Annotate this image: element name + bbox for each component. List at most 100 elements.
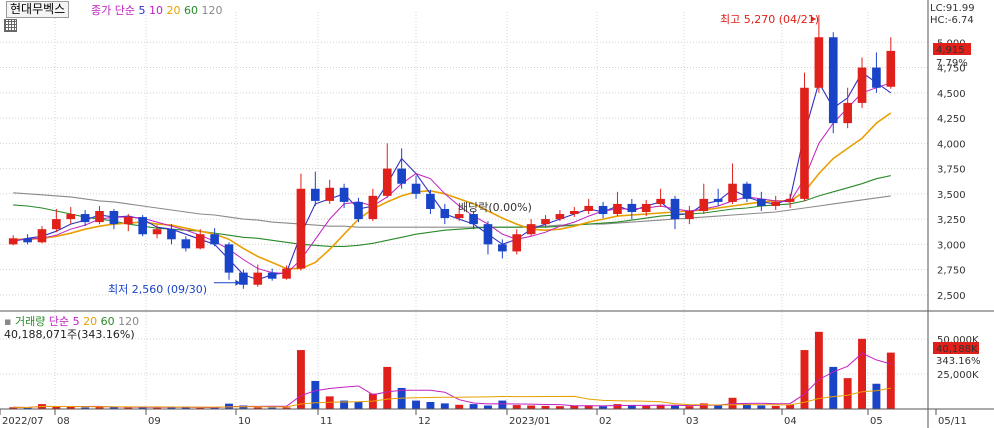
candle-body[interactable] — [785, 198, 795, 202]
candle-body[interactable] — [641, 203, 651, 213]
candle-body[interactable] — [713, 198, 723, 202]
volume-bar[interactable] — [484, 405, 492, 409]
grid-toggle-icon[interactable] — [4, 19, 17, 32]
volume-bar[interactable] — [383, 366, 392, 409]
candlestick-series[interactable] — [8, 15, 896, 289]
candle-body[interactable] — [181, 239, 191, 249]
volume-bar[interactable] — [412, 400, 420, 409]
volume-bar[interactable] — [311, 380, 320, 409]
candle-body[interactable] — [325, 187, 335, 201]
candle-body[interactable] — [95, 211, 104, 223]
legend-ma5[interactable]: 5 — [138, 4, 145, 17]
candle-body[interactable] — [757, 198, 766, 206]
candle-body[interactable] — [886, 50, 896, 87]
candle-body[interactable] — [800, 87, 809, 199]
candle-body[interactable] — [66, 214, 76, 220]
candle-body[interactable] — [440, 208, 450, 219]
candle-body[interactable] — [282, 268, 291, 279]
volume-bar[interactable] — [455, 404, 464, 409]
legend-ma120[interactable]: 120 — [201, 4, 222, 17]
volume-bar[interactable] — [858, 338, 866, 409]
volume-bar[interactable] — [296, 350, 305, 409]
volume-bar[interactable] — [671, 405, 679, 409]
candle-body[interactable] — [253, 272, 263, 285]
candle-body[interactable] — [339, 187, 349, 202]
candle-body[interactable] — [296, 188, 306, 269]
volume-bar[interactable] — [872, 383, 881, 409]
volume-bar[interactable] — [843, 378, 852, 409]
volume-bar[interactable] — [354, 401, 363, 409]
candle-body[interactable] — [267, 272, 277, 279]
candle-body[interactable] — [23, 238, 32, 243]
candle-body[interactable] — [843, 102, 852, 124]
candle-body[interactable] — [828, 37, 838, 124]
candle-body[interactable] — [598, 205, 608, 215]
candle-body[interactable] — [555, 214, 565, 220]
volume-bar[interactable] — [714, 405, 723, 409]
candle-body[interactable] — [670, 198, 680, 220]
candle-body[interactable] — [872, 67, 881, 88]
legend-ma10[interactable]: 10 — [149, 4, 163, 17]
volume-bar[interactable] — [469, 404, 478, 409]
volume-bar[interactable] — [800, 350, 809, 409]
candle-body[interactable] — [426, 193, 435, 209]
legend-ma20[interactable]: 20 — [166, 4, 180, 17]
candle-body[interactable] — [37, 229, 47, 243]
candle-body[interactable] — [80, 214, 90, 223]
candle-body[interactable] — [138, 217, 147, 235]
candle-body[interactable] — [167, 229, 176, 240]
candle-body[interactable] — [109, 211, 119, 225]
candle-body[interactable] — [8, 238, 18, 245]
candle-body[interactable] — [526, 224, 536, 235]
volume-bar[interactable] — [786, 404, 795, 409]
line-ma60 — [13, 175, 891, 247]
legend-ma60[interactable]: 60 — [184, 4, 198, 17]
candle-body[interactable] — [512, 234, 522, 252]
volume-bar[interactable] — [627, 405, 636, 409]
volume-bar[interactable] — [498, 400, 507, 409]
candle-body[interactable] — [123, 217, 133, 225]
candle-body[interactable] — [627, 203, 637, 213]
candle-body[interactable] — [685, 211, 694, 220]
volume-bar[interactable] — [757, 405, 766, 409]
candle-body[interactable] — [584, 205, 593, 212]
volume-bar[interactable] — [440, 403, 449, 409]
candle-body[interactable] — [728, 183, 737, 202]
volume-ma5-line — [13, 352, 891, 409]
candle-body[interactable] — [857, 67, 867, 103]
candle-body[interactable] — [454, 214, 464, 219]
candle-body[interactable] — [656, 198, 665, 204]
candle-body[interactable] — [742, 183, 752, 199]
candle-body[interactable] — [311, 188, 320, 201]
volume-bar[interactable] — [613, 404, 622, 409]
volume-series[interactable] — [9, 331, 895, 409]
candle-body[interactable] — [483, 224, 493, 245]
candle-body[interactable] — [152, 229, 162, 235]
candle-body[interactable] — [397, 168, 406, 184]
candle-body[interactable] — [195, 234, 205, 249]
candle-body[interactable] — [569, 211, 579, 215]
candle-body[interactable] — [814, 37, 824, 88]
candle-body[interactable] — [224, 244, 234, 273]
candle-body[interactable] — [382, 168, 392, 196]
price-legend: 종가 단순 5 10 20 60 120 — [91, 2, 222, 18]
candle-body[interactable] — [52, 219, 61, 230]
volume-bar[interactable] — [527, 405, 536, 409]
volume-bar[interactable] — [814, 331, 823, 409]
price-tick-label: 4,000 — [937, 139, 966, 150]
candle-body[interactable] — [771, 201, 781, 206]
candle-body[interactable] — [498, 244, 507, 252]
candle-body[interactable] — [541, 219, 550, 225]
stock-name-box[interactable]: 현대무벡스 — [6, 1, 70, 18]
candle-body[interactable] — [354, 201, 363, 220]
candle-body[interactable] — [411, 183, 421, 194]
volume-bar[interactable] — [699, 403, 708, 409]
candle-body[interactable] — [699, 198, 709, 212]
candle-body[interactable] — [613, 203, 622, 215]
candle-body[interactable] — [210, 234, 219, 245]
candle-body[interactable] — [368, 195, 378, 220]
candle-body[interactable] — [469, 214, 478, 225]
volume-bar[interactable] — [886, 352, 895, 409]
volume-bar[interactable] — [426, 401, 435, 409]
volume-bar[interactable] — [512, 405, 521, 409]
